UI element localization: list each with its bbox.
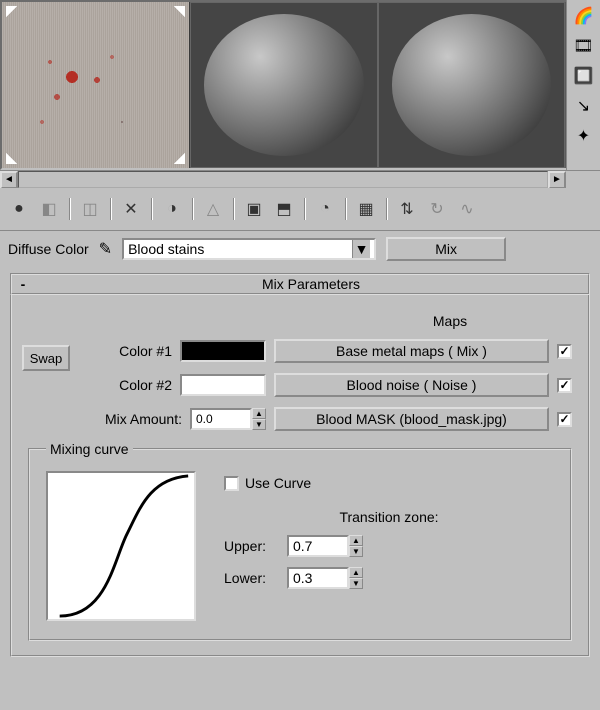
color1-swatch[interactable] bbox=[180, 340, 266, 362]
separator-icon bbox=[110, 198, 111, 220]
mix-amount-input[interactable] bbox=[190, 408, 252, 430]
separator-icon bbox=[69, 198, 70, 220]
options-icon[interactable]: ✦ bbox=[573, 126, 595, 148]
material-effects-icon[interactable]: ▣ bbox=[241, 196, 267, 222]
film-icon[interactable]: 🎞 bbox=[573, 36, 595, 58]
put-library-icon[interactable]: △ bbox=[200, 196, 226, 222]
scroll-right-button[interactable]: ► bbox=[548, 171, 566, 189]
chevron-down-icon[interactable]: ▼ bbox=[352, 240, 370, 258]
sphere-icon bbox=[392, 14, 552, 155]
eyedropper-icon[interactable]: ✎ bbox=[99, 239, 112, 259]
scroll-track[interactable] bbox=[18, 171, 548, 188]
upper-label: Upper: bbox=[224, 538, 279, 554]
go-forward-icon[interactable]: ↻ bbox=[424, 196, 450, 222]
delete-icon[interactable]: ✕ bbox=[118, 196, 144, 222]
color1-map-button[interactable]: Base metal maps ( Mix ) bbox=[274, 339, 549, 363]
slot-label: Diffuse Color bbox=[8, 241, 89, 257]
show-end-result-icon[interactable]: ▦ bbox=[353, 196, 379, 222]
spinner-up-icon[interactable]: ▲ bbox=[349, 567, 363, 578]
preview-scrollbar[interactable]: ◄ ► bbox=[0, 170, 600, 188]
assign-icon[interactable]: ↘ bbox=[573, 96, 595, 118]
assign-selection-icon[interactable]: ◫ bbox=[77, 196, 103, 222]
mix-amount-map-checkbox[interactable] bbox=[557, 412, 572, 427]
checker-bg-icon[interactable]: 🔲 bbox=[573, 66, 595, 88]
transition-zone-label: Transition zone: bbox=[224, 509, 554, 525]
mixing-curve-legend: Mixing curve bbox=[46, 441, 133, 457]
separator-icon bbox=[233, 198, 234, 220]
curve-preview bbox=[46, 471, 196, 621]
put-material-icon[interactable]: ◧ bbox=[36, 196, 62, 222]
mix-parameters-rollout: - Mix Parameters Maps Color #1 Base meta… bbox=[10, 273, 590, 657]
color2-swatch[interactable] bbox=[180, 374, 266, 396]
material-toolbar: ● ◧ ◫ ✕ ◑ △ ▣ ⬒ ◔ ▦ ⇅ ↻ ∿ bbox=[0, 188, 600, 231]
use-curve-checkbox[interactable] bbox=[224, 476, 239, 491]
lower-spinner[interactable]: ▲ ▼ bbox=[287, 567, 363, 589]
mix-amount-map-button[interactable]: Blood MASK (blood_mask.jpg) bbox=[274, 407, 549, 431]
scroll-left-button[interactable]: ◄ bbox=[0, 171, 18, 189]
color1-label: Color #1 bbox=[94, 343, 172, 359]
spinner-up-icon[interactable]: ▲ bbox=[349, 535, 363, 546]
side-toolbar: 🌈 🎞 🔲 ↘ ✦ bbox=[566, 0, 600, 170]
color2-label: Color #2 bbox=[94, 377, 172, 393]
spinner-up-icon[interactable]: ▲ bbox=[252, 408, 266, 419]
make-unique-icon[interactable]: ◑ bbox=[159, 196, 185, 222]
separator-icon bbox=[304, 198, 305, 220]
maps-header: Maps bbox=[328, 313, 572, 329]
curve-line-icon bbox=[48, 473, 194, 619]
swap-button[interactable]: Swap bbox=[22, 345, 70, 371]
preview-slot-texture[interactable] bbox=[2, 2, 190, 168]
mix-amount-spinner[interactable]: ▲ ▼ bbox=[190, 408, 266, 430]
spinner-down-icon[interactable]: ▼ bbox=[252, 419, 266, 430]
separator-icon bbox=[345, 198, 346, 220]
sphere-icon bbox=[204, 14, 364, 155]
preview-slot-sphere-1[interactable] bbox=[190, 2, 378, 168]
color2-map-button[interactable]: Blood noise ( Noise ) bbox=[274, 373, 549, 397]
save-preview-icon[interactable]: ⬒ bbox=[271, 196, 297, 222]
go-parent-icon[interactable]: ⇅ bbox=[394, 196, 420, 222]
go-sibling-icon[interactable]: ∿ bbox=[454, 196, 480, 222]
lower-input[interactable] bbox=[287, 567, 349, 589]
rollout-title: Mix Parameters bbox=[34, 276, 588, 292]
mix-amount-label: Mix Amount: bbox=[94, 411, 182, 427]
show-map-icon[interactable]: ◔ bbox=[312, 196, 338, 222]
spinner-down-icon[interactable]: ▼ bbox=[349, 578, 363, 589]
upper-spinner[interactable]: ▲ ▼ bbox=[287, 535, 363, 557]
preview-slot-sphere-2[interactable] bbox=[378, 2, 566, 168]
mixing-curve-group: Mixing curve Use Curve Transition zone: bbox=[28, 441, 572, 641]
color2-map-checkbox[interactable] bbox=[557, 378, 572, 393]
rollout-toggle-button[interactable]: - bbox=[12, 276, 34, 292]
separator-icon bbox=[192, 198, 193, 220]
material-type-button[interactable]: Mix bbox=[386, 237, 506, 261]
upper-input[interactable] bbox=[287, 535, 349, 557]
spinner-down-icon[interactable]: ▼ bbox=[349, 546, 363, 557]
lower-label: Lower: bbox=[224, 570, 279, 586]
sample-type-icon[interactable]: 🌈 bbox=[573, 6, 595, 28]
material-preview-strip: 🌈 🎞 🔲 ↘ ✦ bbox=[0, 0, 600, 170]
separator-icon bbox=[151, 198, 152, 220]
separator-icon bbox=[386, 198, 387, 220]
material-name-dropdown[interactable]: Blood stains ▼ bbox=[122, 238, 376, 260]
get-material-icon[interactable]: ● bbox=[6, 196, 32, 222]
use-curve-label: Use Curve bbox=[245, 475, 311, 491]
color1-map-checkbox[interactable] bbox=[557, 344, 572, 359]
material-name-text: Blood stains bbox=[128, 241, 204, 257]
